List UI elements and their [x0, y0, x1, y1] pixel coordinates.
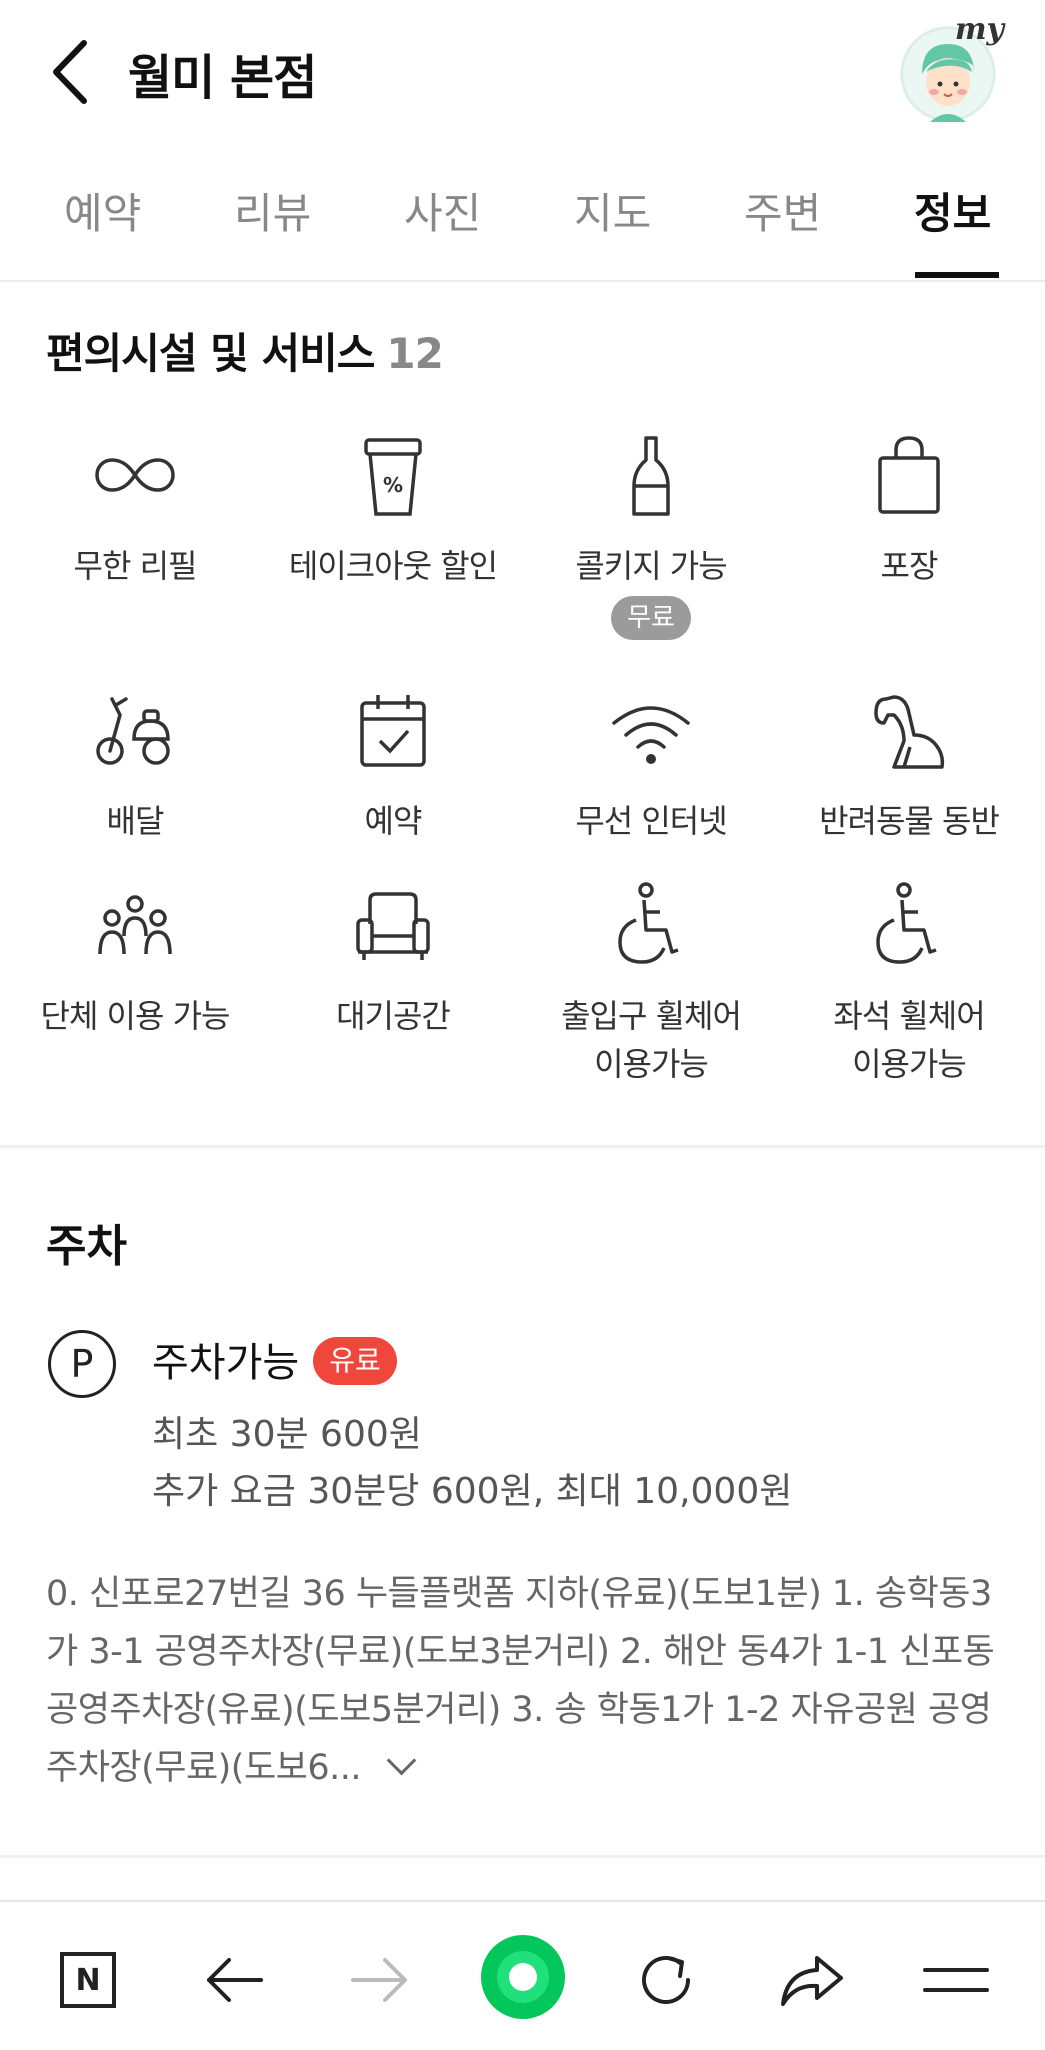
amenities-title: 편의시설 및 서비스 12	[46, 320, 444, 381]
amenity-item: 무선 인터넷	[521, 685, 781, 845]
app-header: 월미 본점 my	[0, 0, 1045, 150]
section-divider	[0, 1145, 1045, 1148]
amenity-item: 좌석 휠체어이용가능	[779, 880, 1039, 1088]
back-button[interactable]	[40, 36, 100, 108]
share-icon	[781, 1956, 843, 2006]
green-dot-button[interactable]	[478, 1932, 568, 2022]
amenity-label-line1: 좌석 휠체어	[833, 997, 985, 1035]
tab-reservation[interactable]: 예약	[64, 180, 141, 241]
amenity-label: 좌석 휠체어이용가능	[779, 992, 1039, 1088]
amenity-label-line2: 이용가능	[852, 1045, 967, 1083]
amenities-title-text: 편의시설 및 서비스	[46, 329, 375, 378]
wifi-icon	[612, 706, 690, 764]
amenity-label: 포장	[880, 547, 939, 585]
chevron-down-icon[interactable]	[386, 1745, 417, 1776]
amenity-label: 콜키지 가능	[575, 547, 727, 585]
menu-button[interactable]	[916, 1940, 996, 2020]
tab-photo[interactable]: 사진	[404, 180, 481, 241]
browser-back-button[interactable]	[194, 1940, 274, 2020]
dog-icon	[874, 695, 945, 769]
armchair-icon	[356, 892, 430, 960]
wheelchair-icon	[876, 882, 937, 964]
tab-nearby[interactable]: 주변	[744, 180, 821, 241]
parking-icon: P	[48, 1330, 116, 1398]
takeout-cup-icon: %	[364, 438, 422, 516]
paid-badge: 유료	[313, 1337, 397, 1385]
page-title: 월미 본점	[128, 50, 317, 106]
wine-bottle-icon	[632, 436, 670, 516]
amenity-item: 대기공간	[263, 880, 523, 1040]
tab-bar: 예약 리뷰 사진 지도 주변 정보	[0, 150, 1045, 282]
tab-map[interactable]: 지도	[574, 180, 651, 241]
tab-review[interactable]: 리뷰	[234, 180, 311, 241]
amenity-label: 배달	[106, 802, 165, 840]
active-tab-indicator	[915, 272, 999, 278]
amenity-label: 무선 인터넷	[575, 802, 727, 840]
menu-icon	[923, 1968, 989, 1992]
group-icon	[98, 895, 172, 955]
amenity-label-line2: 이용가능	[594, 1045, 709, 1083]
amenity-label-line1: 출입구 휠체어	[561, 997, 742, 1035]
parking-status-text: 주차가능	[152, 1340, 300, 1386]
calendar-check-icon	[360, 695, 426, 767]
amenity-item: 포장	[779, 430, 1039, 590]
amenity-label: 예약	[364, 802, 423, 840]
avatar-my-label: my	[954, 12, 1004, 47]
free-badge: 무료	[611, 596, 691, 640]
parking-fee-initial: 최초 30분 600원	[152, 1414, 422, 1455]
amenity-label: 출입구 휠체어이용가능	[521, 992, 781, 1088]
chevron-left-icon	[53, 40, 87, 104]
amenity-item: 예약	[263, 685, 523, 845]
amenity-label: 단체 이용 가능	[40, 997, 231, 1035]
naver-home-button[interactable]: N	[48, 1940, 128, 2020]
amenities-count: 12	[386, 329, 443, 378]
tab-info[interactable]: 정보	[914, 180, 991, 241]
naver-home-icon: N	[60, 1952, 116, 2008]
refresh-icon	[642, 1955, 690, 2004]
parking-description[interactable]: 0. 신포로27번길 36 누들플랫폼 지하(유료)(도보1분) 1. 송학동3…	[46, 1565, 1006, 1797]
amenity-label: 반려동물 동반	[819, 802, 1000, 840]
amenity-item: 단체 이용 가능	[5, 880, 265, 1040]
green-dot-icon	[481, 1935, 565, 2019]
browser-bottom-bar: N	[0, 1900, 1045, 2050]
shopping-bag-icon	[878, 436, 940, 514]
amenity-item: 출입구 휠체어이용가능	[521, 880, 781, 1088]
amenity-item: 콜키지 가능 무료	[521, 430, 781, 640]
amenity-item: % 테이크아웃 할인	[263, 430, 523, 590]
avatar[interactable]: my	[900, 12, 1004, 122]
section-divider	[0, 1855, 1045, 1858]
wheelchair-icon	[618, 882, 679, 964]
share-button[interactable]	[772, 1940, 852, 2020]
infinity-icon	[95, 458, 175, 492]
amenity-item: 반려동물 동반	[779, 685, 1039, 845]
amenity-label: 테이크아웃 할인	[288, 547, 498, 585]
parking-fee-additional: 추가 요금 30분당 600원, 최대 10,000원	[152, 1471, 793, 1512]
refresh-button[interactable]	[626, 1940, 706, 2020]
amenity-label: 대기공간	[336, 997, 451, 1035]
back-arrow-icon	[207, 1958, 263, 2002]
amenity-label: 무한 리필	[73, 547, 198, 585]
scooter-icon	[96, 697, 170, 765]
svg-text:%: %	[383, 473, 403, 497]
forward-arrow-icon	[351, 1958, 407, 2002]
browser-forward-button[interactable]	[340, 1940, 420, 2020]
parking-title: 주차	[46, 1221, 127, 1272]
parking-status: 주차가능 유료	[152, 1330, 397, 1389]
amenity-item: 무한 리필	[5, 430, 265, 590]
amenity-item: 배달	[5, 685, 265, 845]
parking-description-text: 0. 신포로27번길 36 누들플랫폼 지하(유료)(도보1분) 1. 송학동3…	[46, 1574, 995, 1788]
